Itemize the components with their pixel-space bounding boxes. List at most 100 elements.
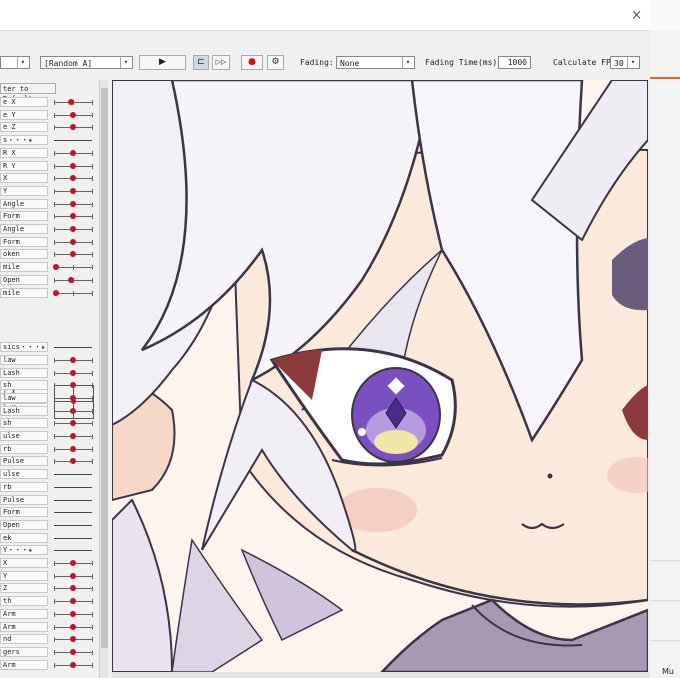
- slider-knob[interactable]: [70, 623, 76, 630]
- parameter-row: rb: [0, 443, 100, 455]
- parameter-slider[interactable]: [54, 175, 93, 182]
- parameter-track[interactable]: [54, 550, 92, 552]
- parameter-slider[interactable]: [54, 187, 93, 194]
- slider-knob[interactable]: [70, 356, 76, 363]
- slider-knob[interactable]: [70, 585, 76, 592]
- play-button[interactable]: ▶: [139, 55, 186, 70]
- parameter-slider[interactable]: [54, 610, 93, 617]
- parameter-slider[interactable]: [54, 445, 93, 452]
- parameter-track[interactable]: [54, 140, 92, 142]
- parameter-slider[interactable]: [54, 648, 93, 655]
- parameter-slider[interactable]: [52, 289, 93, 296]
- slider-knob[interactable]: [70, 111, 76, 118]
- slider-knob[interactable]: [70, 226, 76, 232]
- parameter-slider[interactable]: [54, 226, 93, 232]
- parameter-track[interactable]: [54, 347, 92, 349]
- slider-knob[interactable]: [52, 264, 59, 271]
- reset-to-default-button[interactable]: ter to Default: [0, 83, 56, 103]
- skip-button[interactable]: ▷▷: [212, 55, 230, 70]
- fading-select[interactable]: None ▾: [336, 56, 415, 69]
- slider-knob[interactable]: [70, 251, 76, 258]
- fps-select[interactable]: 30 ▾: [610, 56, 640, 69]
- parameter-row: ulse: [0, 430, 100, 442]
- slider-knob[interactable]: [70, 238, 76, 245]
- parameter-slider[interactable]: [54, 369, 93, 376]
- slider-tick: [92, 446, 93, 452]
- parameter-track[interactable]: [54, 499, 92, 501]
- slider-knob[interactable]: [70, 598, 76, 605]
- parameter-row: mile: [0, 287, 100, 299]
- xy-pad[interactable]: [54, 385, 94, 419]
- parameter-slider[interactable]: [54, 420, 93, 427]
- parameter-slider[interactable]: [54, 356, 93, 363]
- model-select[interactable]: ▾: [0, 56, 30, 69]
- parameter-label: mile: [0, 262, 48, 273]
- parameter-label: rb: [0, 443, 48, 454]
- slider-knob[interactable]: [52, 289, 59, 296]
- parameter-slider[interactable]: [54, 560, 93, 566]
- parameter-slider[interactable]: [54, 251, 93, 258]
- parameter-slider[interactable]: [54, 200, 93, 207]
- slider-tick: [54, 188, 55, 194]
- slider-knob[interactable]: [70, 187, 76, 194]
- slider-knob[interactable]: [70, 175, 76, 182]
- parameter-slider[interactable]: [54, 433, 93, 439]
- model-canvas[interactable]: [112, 80, 648, 672]
- parameter-label: law: [0, 354, 48, 365]
- slider-knob[interactable]: [70, 369, 76, 376]
- slider-knob[interactable]: [70, 610, 76, 617]
- loop-toggle[interactable]: ⊏: [193, 55, 209, 70]
- parameter-slider[interactable]: [54, 162, 93, 169]
- parameter-slider[interactable]: [54, 598, 93, 605]
- slider-knob[interactable]: [70, 200, 76, 207]
- parameter-row: R X: [0, 147, 100, 159]
- slider-knob[interactable]: [70, 648, 76, 655]
- parameter-slider[interactable]: [54, 661, 93, 668]
- scrollbar-thumb[interactable]: [101, 88, 108, 648]
- parameter-slider[interactable]: [54, 149, 93, 156]
- parameter-row: Angle: [0, 198, 100, 210]
- parameter-track[interactable]: [54, 524, 92, 526]
- slider-knob[interactable]: [70, 124, 76, 131]
- xy-pad-knob[interactable]: [71, 399, 76, 404]
- parameter-track[interactable]: [54, 474, 92, 476]
- settings-button[interactable]: ⚙: [267, 55, 284, 70]
- parameter-slider[interactable]: [54, 124, 93, 131]
- slider-knob[interactable]: [70, 213, 76, 220]
- fading-time-input[interactable]: 1000: [498, 56, 531, 69]
- close-icon[interactable]: ×: [631, 8, 642, 23]
- parameter-slider[interactable]: [54, 99, 93, 105]
- slider-knob[interactable]: [70, 149, 76, 156]
- parameter-slider[interactable]: [54, 276, 93, 283]
- slider-knob[interactable]: [70, 636, 76, 643]
- slider-knob[interactable]: [68, 276, 75, 283]
- parameter-panel: ter to Default e Xe Ye Zs・・・★R XR YXYAng…: [0, 80, 108, 678]
- parameter-slider[interactable]: [54, 213, 93, 220]
- parameter-track[interactable]: [54, 537, 92, 539]
- parameter-slider[interactable]: [54, 636, 93, 643]
- parameter-track[interactable]: [54, 486, 92, 488]
- motion-select[interactable]: [Random A] ▾: [40, 56, 133, 69]
- slider-knob[interactable]: [70, 420, 76, 427]
- parameter-slider[interactable]: [54, 572, 93, 579]
- slider-knob[interactable]: [70, 445, 76, 452]
- slider-knob[interactable]: [70, 560, 76, 566]
- slider-knob[interactable]: [70, 433, 76, 439]
- parameter-scrollbar[interactable]: [99, 80, 108, 678]
- parameter-slider[interactable]: [54, 623, 93, 630]
- parameter-slider[interactable]: [54, 585, 93, 592]
- slider-knob[interactable]: [70, 661, 76, 668]
- slider-knob[interactable]: [70, 162, 76, 169]
- parameter-track[interactable]: [54, 512, 92, 514]
- record-button[interactable]: ●: [241, 55, 263, 70]
- slider-knob[interactable]: [70, 458, 76, 465]
- parameter-label: R X: [0, 147, 48, 158]
- parameter-label: ulse: [0, 431, 48, 441]
- parameter-slider[interactable]: [54, 238, 93, 245]
- parameter-slider[interactable]: [54, 458, 93, 465]
- parameter-slider[interactable]: [52, 264, 93, 271]
- slider-tick: [92, 561, 93, 566]
- parameter-slider[interactable]: [54, 111, 93, 118]
- toolbar: ▾ [Random A] ▾ ▶ ⊏ ▷▷ ● ⚙ Fading: None ▾…: [0, 52, 650, 74]
- slider-knob[interactable]: [70, 572, 76, 579]
